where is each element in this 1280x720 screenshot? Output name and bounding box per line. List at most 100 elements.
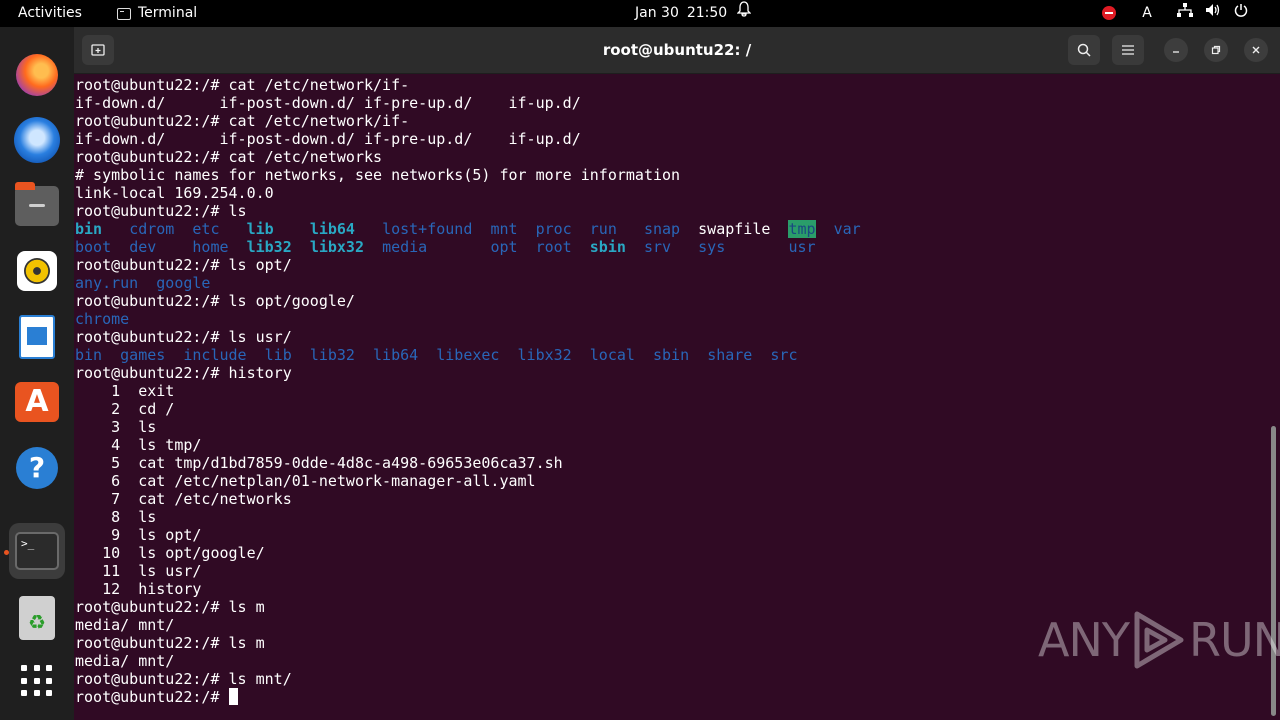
input-source-indicator[interactable]: A <box>1123 0 1171 27</box>
text-cursor <box>228 688 238 705</box>
terminal-text: mnt <box>490 220 518 238</box>
terminal-line: root@ubuntu22:/# cat /etc/networks <box>75 148 1265 166</box>
power-icon[interactable] <box>1227 0 1255 27</box>
terminal-line: 4 ls tmp/ <box>75 436 1265 454</box>
terminal-text: media/ mnt/ <box>75 652 175 670</box>
trash-icon: ♻ <box>19 596 55 640</box>
terminal-icon: >_ <box>15 532 59 570</box>
show-apps-icon <box>21 665 53 697</box>
terminal-text: bin <box>75 220 103 238</box>
terminal-line: bin games include lib lib32 lib64 libexe… <box>75 346 1265 364</box>
terminal-line: 2 cd / <box>75 400 1265 418</box>
help-launcher[interactable]: ? <box>9 440 65 496</box>
clock[interactable]: Jan 30 21:50 <box>635 0 727 27</box>
play-logo-icon <box>1134 611 1184 669</box>
terminal-line: 11 ls usr/ <box>75 562 1265 580</box>
terminal-text: link-local 169.254.0.0 <box>75 184 274 202</box>
notification-bell-icon[interactable] <box>736 0 752 27</box>
terminal-icon <box>117 7 131 20</box>
terminal-line: root@ubuntu22:/# cat /etc/network/if- <box>75 76 1265 94</box>
files-launcher[interactable] <box>9 178 65 234</box>
restore-icon <box>1211 45 1221 55</box>
writer-launcher[interactable] <box>9 309 65 365</box>
terminal-text: libx32 <box>517 346 572 364</box>
terminal-line: # symbolic names for networks, see netwo… <box>75 166 1265 184</box>
terminal-text: lib64 <box>309 220 355 238</box>
anyrun-watermark: ANY RUN <box>1038 608 1280 672</box>
terminal-text: root@ubuntu22:/# ls <box>75 202 247 220</box>
terminal-text: libexec <box>436 346 500 364</box>
terminal-text: 4 ls tmp/ <box>75 436 202 454</box>
terminal-text: include <box>183 346 247 364</box>
terminal-text: bin <box>75 346 103 364</box>
menu-button[interactable] <box>1112 35 1144 65</box>
terminal-line: 8 ls <box>75 508 1265 526</box>
terminal-text: root@ubuntu22:/# cat /etc/networks <box>75 148 383 166</box>
system-tray[interactable]: A <box>1095 0 1255 27</box>
terminal-text: snap <box>643 220 681 238</box>
terminal-text: home <box>192 238 229 256</box>
terminal-text: usr <box>788 238 816 256</box>
terminal-text: games <box>120 346 166 364</box>
firefox-launcher[interactable] <box>9 47 65 103</box>
volume-icon[interactable] <box>1199 0 1227 27</box>
app-center-launcher[interactable]: A <box>9 374 65 430</box>
search-icon <box>1077 43 1091 57</box>
scrollbar-thumb[interactable] <box>1271 426 1276 716</box>
recording-icon[interactable] <box>1095 0 1123 27</box>
app-menu[interactable]: Terminal <box>117 0 197 27</box>
terminal-line: 9 ls opt/ <box>75 526 1265 544</box>
maximize-button[interactable] <box>1204 38 1228 62</box>
terminal-text: if-down.d/ if-post-down.d/ if-pre-up.d/ … <box>75 94 581 112</box>
terminal-line: root@ubuntu22:/# cat /etc/network/if- <box>75 112 1265 130</box>
activities-button[interactable]: Activities <box>18 0 82 27</box>
thunderbird-launcher[interactable] <box>9 112 65 168</box>
show-apps-button[interactable] <box>9 653 65 709</box>
terminal-text: var <box>833 220 861 238</box>
app-center-icon: A <box>15 382 59 422</box>
network-icon[interactable] <box>1171 0 1199 27</box>
terminal-text: lib <box>264 346 292 364</box>
terminal-text: root@ubuntu22:/# cat /etc/network/if- <box>75 112 410 130</box>
terminal-text: root@ubuntu22:/# <box>75 688 229 706</box>
terminal-text: lost+found <box>382 220 473 238</box>
close-icon <box>1252 46 1260 54</box>
terminal-line: bin cdrom etc lib lib64 lost+found mnt p… <box>75 220 1265 238</box>
terminal-text: boot <box>75 238 112 256</box>
thunderbird-icon <box>14 117 60 163</box>
search-button[interactable] <box>1068 35 1100 65</box>
watermark-right-text: RUN <box>1188 613 1280 667</box>
terminal-text: dev <box>129 238 157 256</box>
header-bar[interactable]: root@ubuntu22: / <box>74 27 1280 74</box>
date: Jan 30 <box>635 5 679 21</box>
terminal-text: cdrom <box>129 220 175 238</box>
terminal-text: sys <box>698 238 726 256</box>
terminal-text: root <box>535 238 572 256</box>
terminal-text: # symbolic names for networks, see netwo… <box>75 166 681 184</box>
terminal-launcher[interactable]: >_ <box>9 523 65 579</box>
terminal-line: link-local 169.254.0.0 <box>75 184 1265 202</box>
terminal-line: 7 cat /etc/networks <box>75 490 1265 508</box>
minimize-button[interactable] <box>1164 38 1188 62</box>
top-bar: Activities Terminal Jan 30 21:50 A <box>0 0 1280 27</box>
trash-launcher[interactable]: ♻ <box>9 590 65 646</box>
rhythmbox-launcher[interactable] <box>9 243 65 299</box>
writer-icon <box>19 315 55 359</box>
terminal-text: proc <box>535 220 572 238</box>
terminal-line: root@ubuntu22:/# ls <box>75 202 1265 220</box>
terminal-text: 1 exit <box>75 382 175 400</box>
close-button[interactable] <box>1244 38 1268 62</box>
